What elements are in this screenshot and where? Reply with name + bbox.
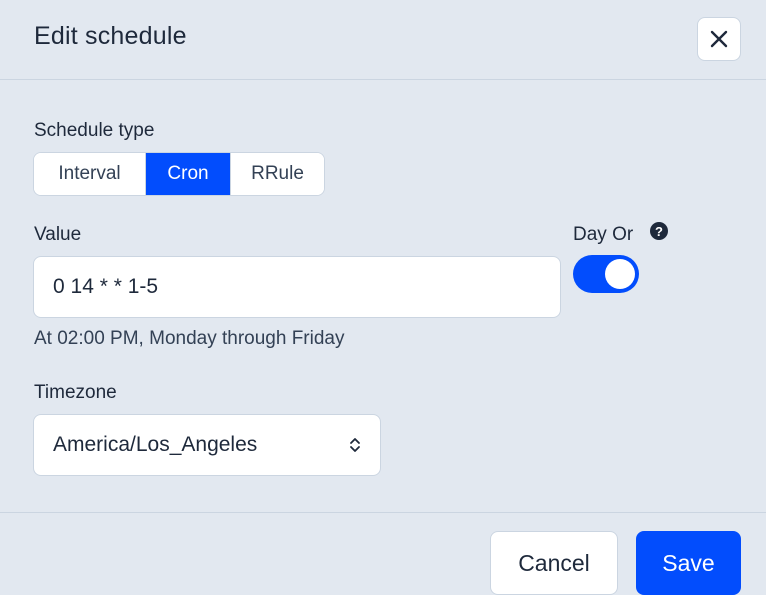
edit-schedule-dialog: Edit schedule Schedule type Interval Cro… xyxy=(0,0,766,595)
cron-value-text: 0 14 * * 1-5 xyxy=(53,275,159,298)
close-icon xyxy=(710,30,728,48)
footer-divider xyxy=(0,512,766,513)
schedule-type-rrule[interactable]: RRule xyxy=(231,153,324,195)
schedule-type-label: Schedule type xyxy=(34,120,155,141)
toggle-knob xyxy=(605,259,635,289)
day-or-toggle[interactable] xyxy=(573,255,639,293)
cron-description: At 02:00 PM, Monday through Friday xyxy=(34,328,345,349)
dialog-header: Edit schedule xyxy=(0,0,766,80)
dialog-title: Edit schedule xyxy=(34,22,187,50)
timezone-select[interactable]: America/Los_Angeles xyxy=(33,414,381,476)
cron-value-input[interactable]: 0 14 * * 1-5 xyxy=(33,256,561,318)
question-circle-icon[interactable]: ? xyxy=(650,222,668,240)
cancel-button[interactable]: Cancel xyxy=(490,531,618,595)
value-label: Value xyxy=(34,224,82,245)
timezone-label: Timezone xyxy=(34,382,117,403)
schedule-type-segmented-control: Interval Cron RRule xyxy=(33,152,325,196)
timezone-selected-value: America/Los_Angeles xyxy=(53,433,258,456)
chevron-up-down-icon xyxy=(350,438,360,452)
schedule-type-interval[interactable]: Interval xyxy=(34,153,146,195)
save-button[interactable]: Save xyxy=(636,531,741,595)
schedule-type-cron[interactable]: Cron xyxy=(146,153,231,195)
day-or-label: Day Or xyxy=(573,224,634,245)
close-button[interactable] xyxy=(697,17,741,61)
